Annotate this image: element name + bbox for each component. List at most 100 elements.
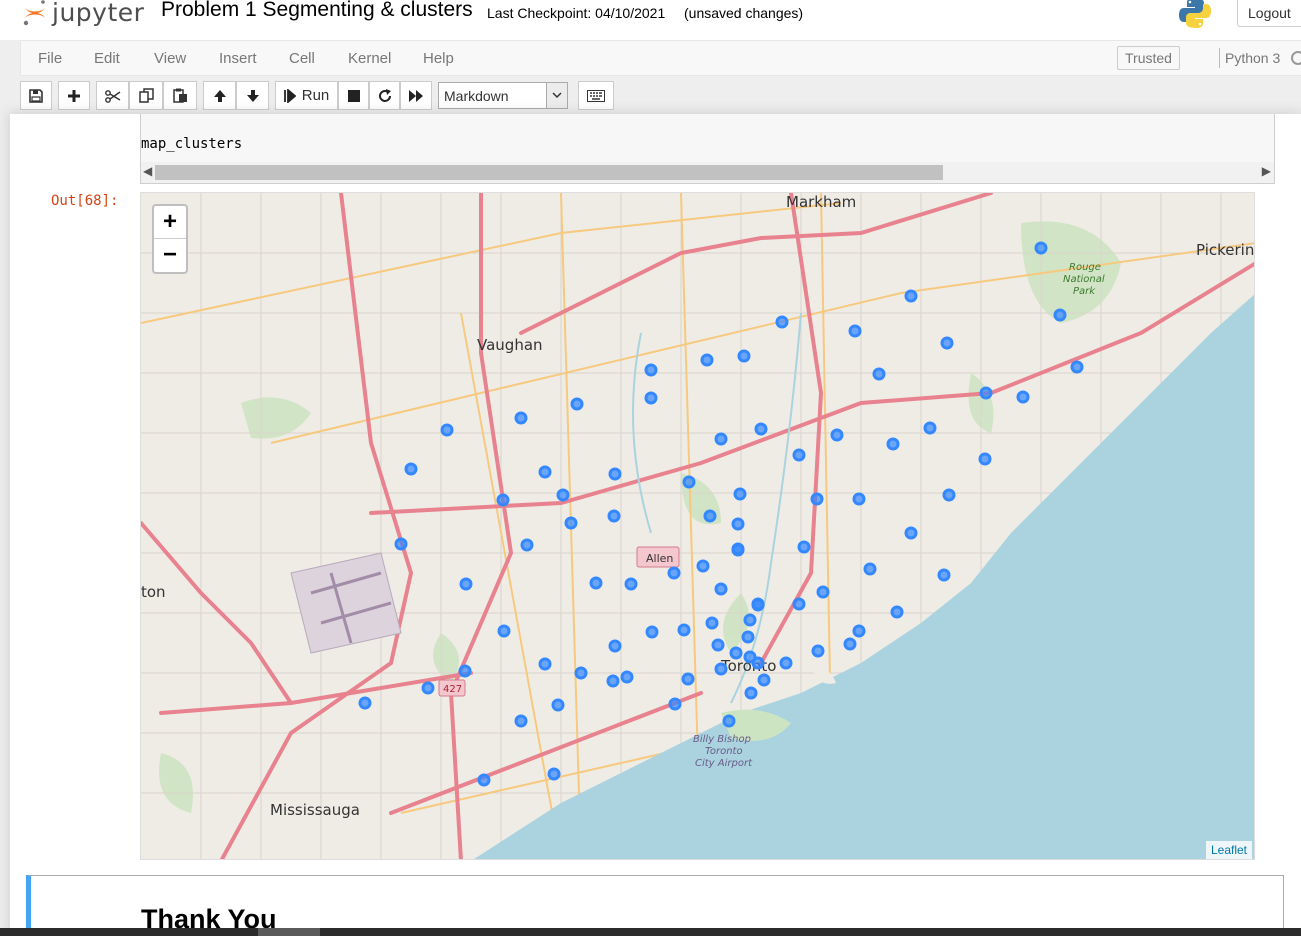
cut-button[interactable] bbox=[96, 81, 129, 110]
cluster-marker[interactable] bbox=[942, 488, 956, 502]
cluster-marker[interactable] bbox=[852, 624, 866, 638]
cluster-marker[interactable] bbox=[811, 644, 825, 658]
cluster-marker[interactable] bbox=[979, 386, 993, 400]
copy-button[interactable] bbox=[129, 81, 163, 110]
cluster-marker[interactable] bbox=[890, 605, 904, 619]
cluster-marker[interactable] bbox=[703, 509, 717, 523]
cluster-marker[interactable] bbox=[520, 538, 534, 552]
cluster-marker[interactable] bbox=[937, 568, 951, 582]
cluster-marker[interactable] bbox=[440, 423, 454, 437]
cluster-marker[interactable] bbox=[940, 336, 954, 350]
cluster-marker[interactable] bbox=[644, 363, 658, 377]
interrupt-button[interactable] bbox=[338, 81, 369, 110]
cluster-marker[interactable] bbox=[547, 767, 561, 781]
logout-button[interactable]: Logout bbox=[1237, 0, 1301, 27]
cluster-marker[interactable] bbox=[731, 517, 745, 531]
cluster-marker[interactable] bbox=[1070, 360, 1084, 374]
cluster-marker[interactable] bbox=[644, 391, 658, 405]
cluster-marker[interactable] bbox=[514, 714, 528, 728]
cluster-marker[interactable] bbox=[404, 462, 418, 476]
cluster-marker[interactable] bbox=[458, 664, 472, 678]
cluster-marker[interactable] bbox=[731, 543, 745, 557]
cluster-marker[interactable] bbox=[751, 597, 765, 611]
cluster-marker[interactable] bbox=[775, 315, 789, 329]
cluster-marker[interactable] bbox=[714, 432, 728, 446]
cluster-marker[interactable] bbox=[792, 597, 806, 611]
cluster-marker[interactable] bbox=[711, 638, 725, 652]
cluster-marker[interactable] bbox=[358, 696, 372, 710]
trusted-indicator[interactable]: Trusted bbox=[1117, 46, 1180, 70]
cluster-marker[interactable] bbox=[751, 656, 765, 670]
cluster-marker[interactable] bbox=[872, 367, 886, 381]
cluster-marker[interactable] bbox=[714, 582, 728, 596]
cluster-marker[interactable] bbox=[904, 289, 918, 303]
jupyter-logo[interactable]: jupyter bbox=[22, 0, 144, 28]
restart-run-all-button[interactable] bbox=[400, 81, 432, 110]
scroll-left-icon[interactable]: ◀ bbox=[143, 164, 152, 178]
cluster-marker[interactable] bbox=[797, 540, 811, 554]
save-button[interactable] bbox=[20, 81, 52, 110]
menu-cell[interactable]: Cell bbox=[289, 50, 315, 67]
cluster-marker[interactable] bbox=[496, 493, 510, 507]
cluster-marker[interactable] bbox=[792, 448, 806, 462]
menu-edit[interactable]: Edit bbox=[94, 50, 120, 67]
cluster-marker[interactable] bbox=[886, 437, 900, 451]
cluster-marker[interactable] bbox=[551, 698, 565, 712]
scroll-right-icon[interactable]: ▶ bbox=[1262, 164, 1271, 178]
cluster-marker[interactable] bbox=[556, 488, 570, 502]
command-palette-button[interactable] bbox=[578, 81, 614, 110]
cluster-marker[interactable] bbox=[608, 639, 622, 653]
cluster-marker[interactable] bbox=[779, 656, 793, 670]
cluster-marker[interactable] bbox=[830, 428, 844, 442]
menu-help[interactable]: Help bbox=[423, 50, 454, 67]
cluster-marker[interactable] bbox=[677, 623, 691, 637]
cluster-marker[interactable] bbox=[608, 467, 622, 481]
cluster-marker[interactable] bbox=[606, 674, 620, 688]
cluster-marker[interactable] bbox=[696, 559, 710, 573]
cluster-marker[interactable] bbox=[843, 637, 857, 651]
cluster-marker[interactable] bbox=[1034, 241, 1048, 255]
cluster-marker[interactable] bbox=[705, 616, 719, 630]
restart-button[interactable] bbox=[369, 81, 400, 110]
menu-kernel[interactable]: Kernel bbox=[348, 50, 391, 67]
cluster-marker[interactable] bbox=[743, 613, 757, 627]
cluster-marker[interactable] bbox=[681, 672, 695, 686]
scrollbar-thumb[interactable] bbox=[155, 165, 943, 180]
cluster-marker[interactable] bbox=[574, 666, 588, 680]
cell-type-select[interactable]: Markdown bbox=[438, 82, 568, 109]
cluster-marker[interactable] bbox=[729, 646, 743, 660]
cluster-marker[interactable] bbox=[741, 630, 755, 644]
cluster-marker[interactable] bbox=[497, 624, 511, 638]
cluster-marker[interactable] bbox=[607, 509, 621, 523]
menu-view[interactable]: View bbox=[154, 50, 186, 67]
cluster-marker[interactable] bbox=[477, 773, 491, 787]
menu-file[interactable]: File bbox=[38, 50, 62, 67]
horizontal-scrollbar[interactable]: ◀ ▶ bbox=[141, 162, 1274, 183]
code-cell-input[interactable]: map_clusters ◀ ▶ bbox=[140, 114, 1275, 184]
cluster-marker[interactable] bbox=[757, 673, 771, 687]
menu-insert[interactable]: Insert bbox=[219, 50, 257, 67]
cluster-marker[interactable] bbox=[667, 566, 681, 580]
cluster-marker[interactable] bbox=[852, 492, 866, 506]
cluster-marker[interactable] bbox=[564, 516, 578, 530]
cluster-marker[interactable] bbox=[589, 576, 603, 590]
move-down-button[interactable] bbox=[236, 81, 269, 110]
cluster-marker[interactable] bbox=[923, 421, 937, 435]
cluster-marker[interactable] bbox=[754, 422, 768, 436]
zoom-out-button[interactable]: − bbox=[154, 239, 186, 272]
kernel-name[interactable]: Python 3 bbox=[1225, 50, 1280, 66]
cluster-marker[interactable] bbox=[1053, 308, 1067, 322]
cluster-marker[interactable] bbox=[700, 353, 714, 367]
cluster-marker[interactable] bbox=[538, 657, 552, 671]
run-button[interactable]: Run bbox=[275, 81, 338, 110]
cluster-marker[interactable] bbox=[514, 411, 528, 425]
leaflet-map[interactable]: Markham Pickerin Vaughan Rouge National … bbox=[140, 192, 1255, 860]
cluster-marker[interactable] bbox=[722, 714, 736, 728]
zoom-in-button[interactable]: + bbox=[154, 206, 186, 239]
cluster-marker[interactable] bbox=[978, 452, 992, 466]
cluster-marker[interactable] bbox=[624, 577, 638, 591]
cluster-marker[interactable] bbox=[459, 577, 473, 591]
cluster-marker[interactable] bbox=[733, 487, 747, 501]
cluster-marker[interactable] bbox=[810, 492, 824, 506]
cluster-marker[interactable] bbox=[538, 465, 552, 479]
